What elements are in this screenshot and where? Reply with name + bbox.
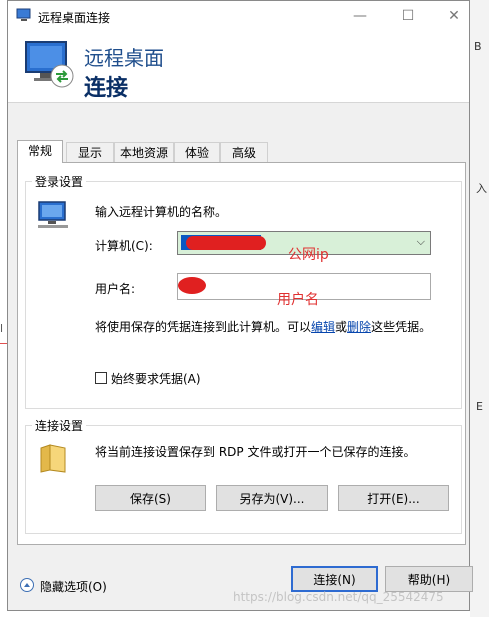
connection-description: 将当前连接设置保存到 RDP 文件或打开一个已保存的连接。 — [95, 445, 416, 459]
bg-left-mark: l — [0, 322, 4, 335]
connect-button[interactable]: 连接(N) — [291, 566, 378, 592]
background-desktop: B 入 E — [470, 0, 489, 617]
tab-panel-general: 登录设置 输入远程计算机的名称。 计算机(C): ⌵ 公网ip 用户名: 用户名… — [17, 162, 466, 545]
remote-desktop-logo-icon — [25, 41, 74, 88]
save-button[interactable]: 保存(S) — [95, 485, 206, 511]
open-button[interactable]: 打开(E)... — [338, 485, 449, 511]
chevron-up-icon[interactable] — [20, 578, 34, 592]
computer-name-prompt: 输入远程计算机的名称。 — [95, 205, 228, 219]
tab-experience[interactable]: 体验 — [174, 142, 220, 162]
title-bar[interactable]: 远程桌面连接 — ☐ ✕ — [8, 1, 469, 32]
window-title: 远程桌面连接 — [38, 11, 111, 25]
header-divider — [8, 102, 469, 103]
tab-display[interactable]: 显示 — [66, 142, 114, 162]
close-button[interactable]: ✕ — [434, 5, 474, 27]
arrow-up-icon — [24, 583, 30, 587]
annotation-public-ip: 公网ip — [288, 247, 329, 263]
chevron-down-icon[interactable]: ⌵ — [417, 235, 425, 249]
connection-settings-group: 连接设置 将当前连接设置保存到 RDP 文件或打开一个已保存的连接。 保存(S)… — [25, 417, 462, 534]
hint-text: 将使用保存的凭据连接到此计算机。可以 — [95, 320, 312, 334]
connection-settings-title: 连接设置 — [32, 417, 87, 434]
login-settings-title: 登录设置 — [32, 173, 87, 190]
save-as-button[interactable]: 另存为(V)... — [216, 485, 328, 511]
tab-local-resources[interactable]: 本地资源 — [114, 142, 174, 162]
remote-desktop-icon — [16, 8, 31, 21]
login-settings-group: 登录设置 输入远程计算机的名称。 计算机(C): ⌵ 公网ip 用户名: 用户名… — [25, 173, 462, 409]
minimize-button[interactable]: — — [340, 5, 380, 27]
redaction-mark — [186, 236, 266, 250]
help-button[interactable]: 帮助(H) — [385, 566, 473, 592]
bg-mark: 入 — [476, 182, 487, 195]
credentials-hint: 将使用保存的凭据连接到此计算机。可以编辑或删除这些凭据。 — [95, 318, 431, 335]
hint-or: 或 — [335, 320, 348, 334]
tab-general[interactable]: 常规 — [17, 140, 63, 163]
username-label: 用户名: — [95, 282, 136, 296]
rdp-window: 远程桌面连接 — ☐ ✕ 远程桌面 连接 常规 显示 本地资源 体验 高级 登录… — [7, 0, 473, 611]
bg-mark: B — [474, 40, 482, 53]
hide-options-link[interactable]: 隐藏选项(O) — [40, 578, 107, 595]
edit-credentials-link[interactable]: 编辑 — [311, 320, 335, 334]
folder-icon — [40, 444, 66, 473]
header-banner: 远程桌面 连接 — [8, 32, 469, 102]
always-ask-checkbox[interactable] — [95, 372, 107, 384]
redaction-mark — [178, 277, 206, 294]
delete-credentials-link[interactable]: 删除 — [347, 320, 371, 334]
maximize-button[interactable]: ☐ — [388, 5, 428, 27]
tab-advanced[interactable]: 高级 — [220, 142, 268, 162]
bg-left-line — [0, 343, 7, 344]
always-ask-label[interactable]: 始终要求凭据(A) — [111, 370, 201, 387]
computer-icon — [38, 201, 68, 228]
computer-label: 计算机(C): — [95, 239, 153, 253]
watermark: https://blog.csdn.net/qq_25542475 — [233, 590, 444, 604]
header-title-line2: 连接 — [84, 76, 129, 101]
hint-suffix: 这些凭据。 — [371, 320, 432, 334]
annotation-username: 用户名 — [277, 292, 319, 308]
header-title-line1: 远程桌面 — [84, 46, 164, 70]
bg-mark: E — [476, 400, 483, 413]
